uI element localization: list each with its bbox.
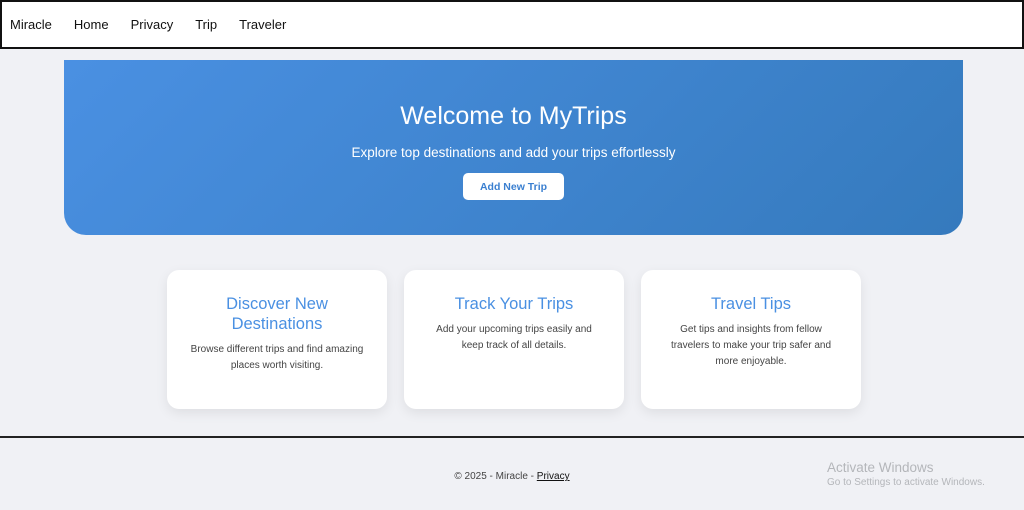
card-text: Get tips and insights from fellow travel… [670, 324, 832, 367]
feature-card-tips: Travel Tips Get tips and insights from f… [641, 270, 861, 409]
card-title: Travel Tips [710, 295, 792, 313]
hero-title: Welcome to MyTrips [400, 102, 627, 130]
card-text: Browse different trips and find amazing … [190, 344, 364, 371]
watermark-title: Activate Windows [827, 460, 934, 475]
hero-banner: Welcome to MyTrips Explore top destinati… [64, 60, 963, 235]
nav-traveler[interactable]: Traveler [239, 17, 286, 32]
nav-home[interactable]: Home [74, 17, 109, 32]
card-title: Track Your Trips [454, 295, 574, 313]
card-title: Discover New Destinations [226, 295, 328, 333]
nav-brand[interactable]: Miracle [10, 17, 52, 32]
feature-card-discover: Discover New Destinations Browse differe… [167, 270, 387, 409]
watermark-subtitle: Go to Settings to activate Windows. [827, 477, 985, 488]
card-text: Add your upcoming trips easily and keep … [436, 324, 592, 351]
activate-windows-watermark: Activate Windows Go to Settings to activ… [827, 460, 985, 488]
navbar: Miracle Home Privacy Trip Traveler [0, 0, 1024, 49]
feature-card-track: Track Your Trips Add your upcoming trips… [404, 270, 624, 409]
footer-privacy-link[interactable]: Privacy [537, 471, 570, 482]
nav-trip[interactable]: Trip [195, 17, 217, 32]
add-new-trip-button[interactable]: Add New Trip [463, 173, 564, 200]
hero-subtitle: Explore top destinations and add your tr… [351, 145, 676, 160]
nav-privacy[interactable]: Privacy [131, 17, 174, 32]
footer-copyright: © 2025 - Miracle - [454, 471, 537, 482]
